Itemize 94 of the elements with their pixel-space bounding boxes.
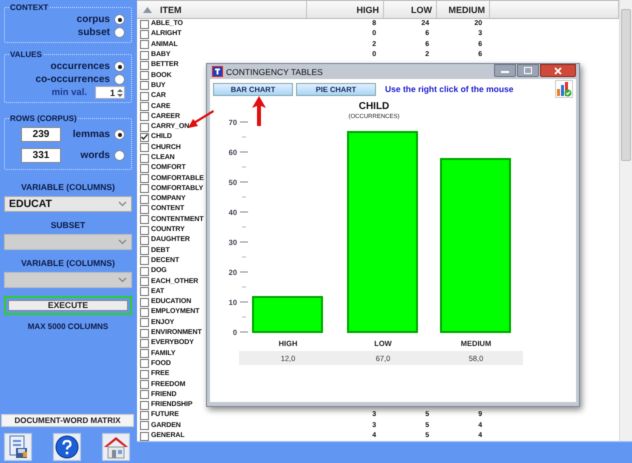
sort-icon (143, 6, 152, 12)
row-checkbox[interactable] (140, 60, 149, 70)
radio-button[interactable] (114, 150, 125, 161)
group-title: ROWS (CORPUS) (9, 114, 78, 123)
scrollbar[interactable] (619, 0, 632, 441)
count-field[interactable]: 331 (21, 148, 61, 163)
group-title: VALUES (9, 50, 43, 59)
chevron-icon (118, 277, 127, 283)
row-checkbox[interactable] (140, 400, 149, 410)
chevron-icon (118, 201, 127, 207)
min-value-spinner[interactable]: 1 (95, 86, 125, 99)
document-word-matrix-label[interactable]: DOCUMENT-WORD MATRIX (1, 414, 134, 427)
row-checkbox[interactable] (140, 349, 149, 358)
row-checkbox[interactable] (140, 359, 149, 368)
row-checkbox[interactable] (140, 194, 149, 204)
dropdown-label: VARIABLE (COLUMNS) (20, 258, 116, 268)
count-field[interactable]: 239 (21, 127, 61, 142)
pointer-arrow (252, 96, 266, 126)
row-checkbox[interactable] (140, 380, 149, 390)
row-checkbox[interactable] (140, 174, 149, 184)
row-checkbox[interactable] (140, 318, 149, 328)
row-checkbox[interactable] (140, 112, 149, 122)
row-checkbox[interactable] (140, 81, 149, 90)
dropdown-label: SUBSET (50, 220, 86, 230)
row-checkbox[interactable] (140, 246, 149, 256)
row-checkbox[interactable] (140, 236, 149, 245)
document-icon[interactable] (4, 433, 32, 461)
dropdown[interactable]: EDUCAT (4, 196, 132, 212)
row-checkbox[interactable] (140, 226, 149, 235)
row-checkbox[interactable] (140, 204, 149, 214)
window-title: CONTINGENCY TABLES (226, 66, 324, 76)
row-checkbox[interactable] (140, 308, 149, 317)
row-checkbox[interactable] (140, 30, 149, 39)
row-checkbox[interactable] (140, 143, 149, 152)
row-checkbox[interactable] (140, 20, 149, 29)
help-icon[interactable] (53, 433, 81, 461)
column-header[interactable]: HIGH (307, 1, 384, 18)
option-label: co-occurrences (36, 74, 110, 85)
row-checkbox[interactable] (140, 132, 149, 142)
radio-button[interactable] (114, 129, 125, 140)
row-checkbox[interactable] (140, 421, 149, 430)
chart-title: CHILD (358, 101, 390, 112)
row-checkbox[interactable] (140, 215, 149, 224)
row-checkbox[interactable] (140, 338, 149, 348)
execute-button[interactable]: EXECUTE (8, 300, 128, 311)
column-title: ITEM (160, 4, 182, 14)
radio-button[interactable] (114, 74, 125, 85)
row-checkbox[interactable] (140, 390, 149, 400)
row-checkbox[interactable] (140, 102, 149, 112)
bar (252, 296, 323, 333)
row-checkbox[interactable] (140, 256, 149, 266)
hint-text: Use the right click of the mouse (385, 84, 514, 94)
app-icon (212, 66, 223, 77)
maximize-button[interactable] (517, 64, 539, 77)
home-icon[interactable] (102, 433, 130, 461)
minimize-button[interactable] (494, 64, 516, 77)
row-checkbox[interactable] (140, 277, 149, 286)
option-label: lemmas (72, 129, 110, 140)
row-checkbox[interactable] (140, 410, 149, 420)
row-checkbox[interactable] (140, 298, 149, 307)
row-checkbox[interactable] (140, 287, 149, 296)
option-label: corpus (76, 14, 110, 25)
row-checkbox[interactable] (140, 154, 149, 162)
row-checkbox[interactable] (140, 40, 149, 50)
row-checkbox[interactable] (140, 164, 149, 173)
column-header[interactable]: MEDIUM (437, 1, 490, 18)
spin-arrows-icon[interactable] (117, 88, 123, 98)
option-label: subset (78, 27, 110, 38)
group-title: CONTEXT (9, 3, 50, 12)
row-checkbox[interactable] (140, 122, 149, 132)
column-header[interactable]: ITEM (137, 1, 307, 18)
row-checkbox[interactable] (140, 71, 149, 80)
row-checkbox[interactable] (140, 50, 149, 60)
radio-button[interactable] (114, 61, 125, 72)
row-checkbox[interactable] (140, 92, 149, 101)
row-checkbox[interactable] (140, 184, 149, 194)
option-label: words (80, 150, 110, 161)
dropdown-label: VARIABLE (COLUMNS) (20, 182, 116, 192)
column-header[interactable]: LOW (384, 1, 437, 18)
min-value-label: min val. (52, 87, 87, 98)
chevron-icon (118, 239, 127, 245)
minimize-icon (501, 68, 509, 72)
option-label: occurrences (50, 61, 110, 72)
row-checkbox[interactable] (140, 432, 149, 441)
maximize-icon (524, 67, 532, 74)
radio-button[interactable] (114, 14, 125, 25)
row-checkbox[interactable] (140, 328, 149, 338)
close-button[interactable] (540, 64, 576, 77)
row-checkbox[interactable] (140, 266, 149, 276)
row-checkbox[interactable] (140, 370, 149, 379)
close-icon (554, 66, 562, 74)
radio-button[interactable] (114, 27, 125, 38)
bar-chart-icon[interactable] (555, 80, 573, 98)
max-columns-note: MAX 5000 COLUMNS (26, 322, 110, 331)
